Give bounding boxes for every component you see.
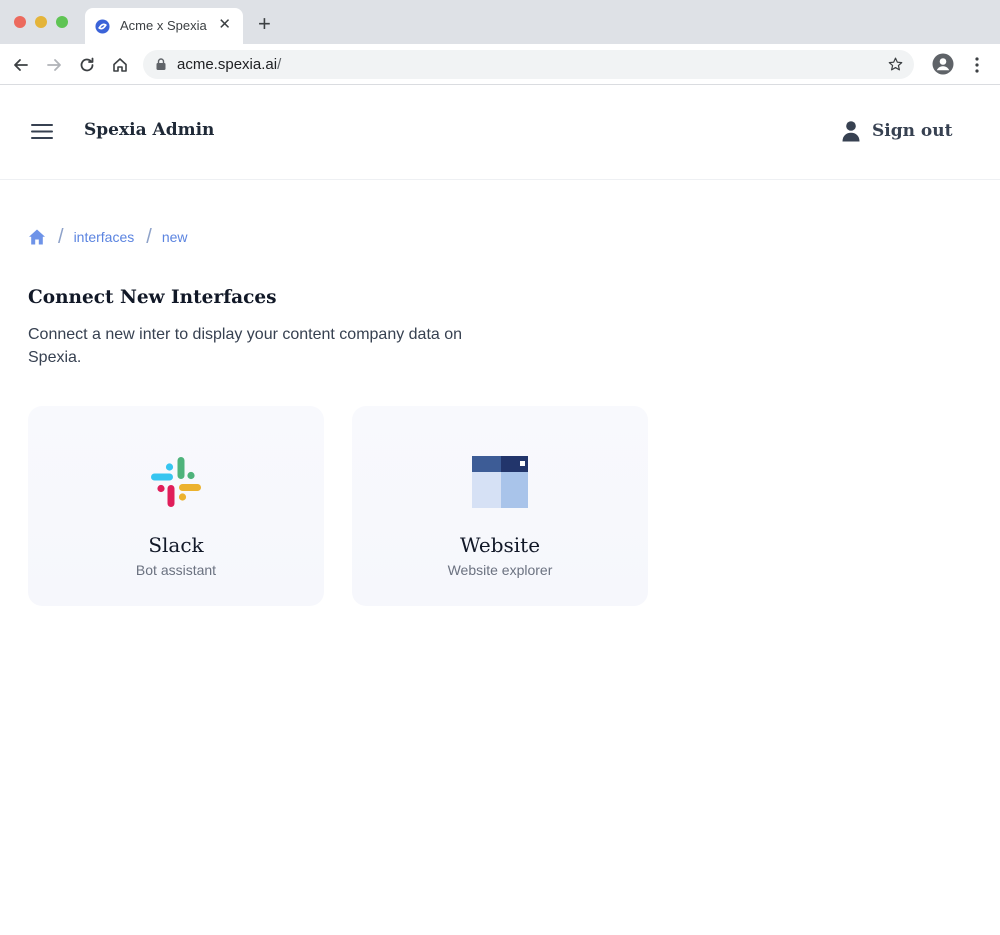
breadcrumb: / interfaces / new (28, 226, 188, 248)
tab-close-icon[interactable]: ✕ (218, 17, 231, 32)
spexia-favicon-icon (95, 19, 110, 34)
forward-arrow-icon[interactable] (44, 55, 64, 75)
breadcrumb-separator: / (58, 225, 64, 248)
breadcrumb-separator: / (146, 225, 152, 248)
browser-toolbar: acme.spexia.ai/ (0, 44, 1000, 85)
lock-icon (156, 58, 166, 70)
browser-menu-kebab-icon[interactable] (972, 56, 982, 74)
bookmark-star-icon[interactable] (887, 56, 904, 73)
breadcrumb-item-interfaces[interactable]: interfaces (74, 229, 135, 245)
url-text: acme.spexia.ai/ (177, 56, 281, 73)
url-host: acme.spexia.ai (177, 56, 278, 73)
back-arrow-icon[interactable] (11, 55, 31, 75)
reload-icon[interactable] (77, 55, 97, 75)
app-header: Spexia Admin Sign out (0, 85, 1000, 180)
website-interface-card[interactable]: Website Website explorer (352, 406, 648, 606)
close-window-button[interactable] (14, 16, 26, 28)
home-icon[interactable] (28, 228, 46, 246)
user-icon (842, 121, 860, 142)
browser-tab-bar: Acme x Spexia ✕ + (0, 0, 1000, 44)
hamburger-menu-icon[interactable] (31, 123, 53, 140)
sign-out-button[interactable]: Sign out (840, 118, 952, 144)
breadcrumb-item-new[interactable]: new (162, 229, 188, 245)
card-subtitle: Bot assistant (135, 562, 217, 578)
slack-interface-card[interactable]: Slack Bot assistant (28, 406, 324, 606)
minimize-window-button[interactable] (35, 16, 47, 28)
sign-out-label: Sign out (872, 121, 953, 141)
app-title: Spexia Admin (84, 120, 215, 140)
slack-logo-icon (151, 457, 201, 507)
website-icon (472, 456, 528, 508)
maximize-window-button[interactable] (56, 16, 68, 28)
tab-title: Acme x Spexia (120, 18, 207, 33)
browser-tab[interactable]: Acme x Spexia ✕ (85, 8, 243, 44)
card-subtitle: Website explorer (447, 562, 553, 578)
page-description: Connect a new inter to display your cont… (28, 326, 463, 366)
card-title: Slack (148, 533, 204, 557)
card-title: Website (459, 533, 541, 557)
new-tab-button[interactable]: + (258, 13, 271, 35)
address-bar[interactable]: acme.spexia.ai/ (143, 50, 914, 79)
home-button-icon[interactable] (110, 55, 130, 75)
page-title: Connect New Interfaces (28, 287, 277, 308)
url-path: / (277, 56, 282, 73)
profile-avatar-icon[interactable] (932, 53, 954, 75)
